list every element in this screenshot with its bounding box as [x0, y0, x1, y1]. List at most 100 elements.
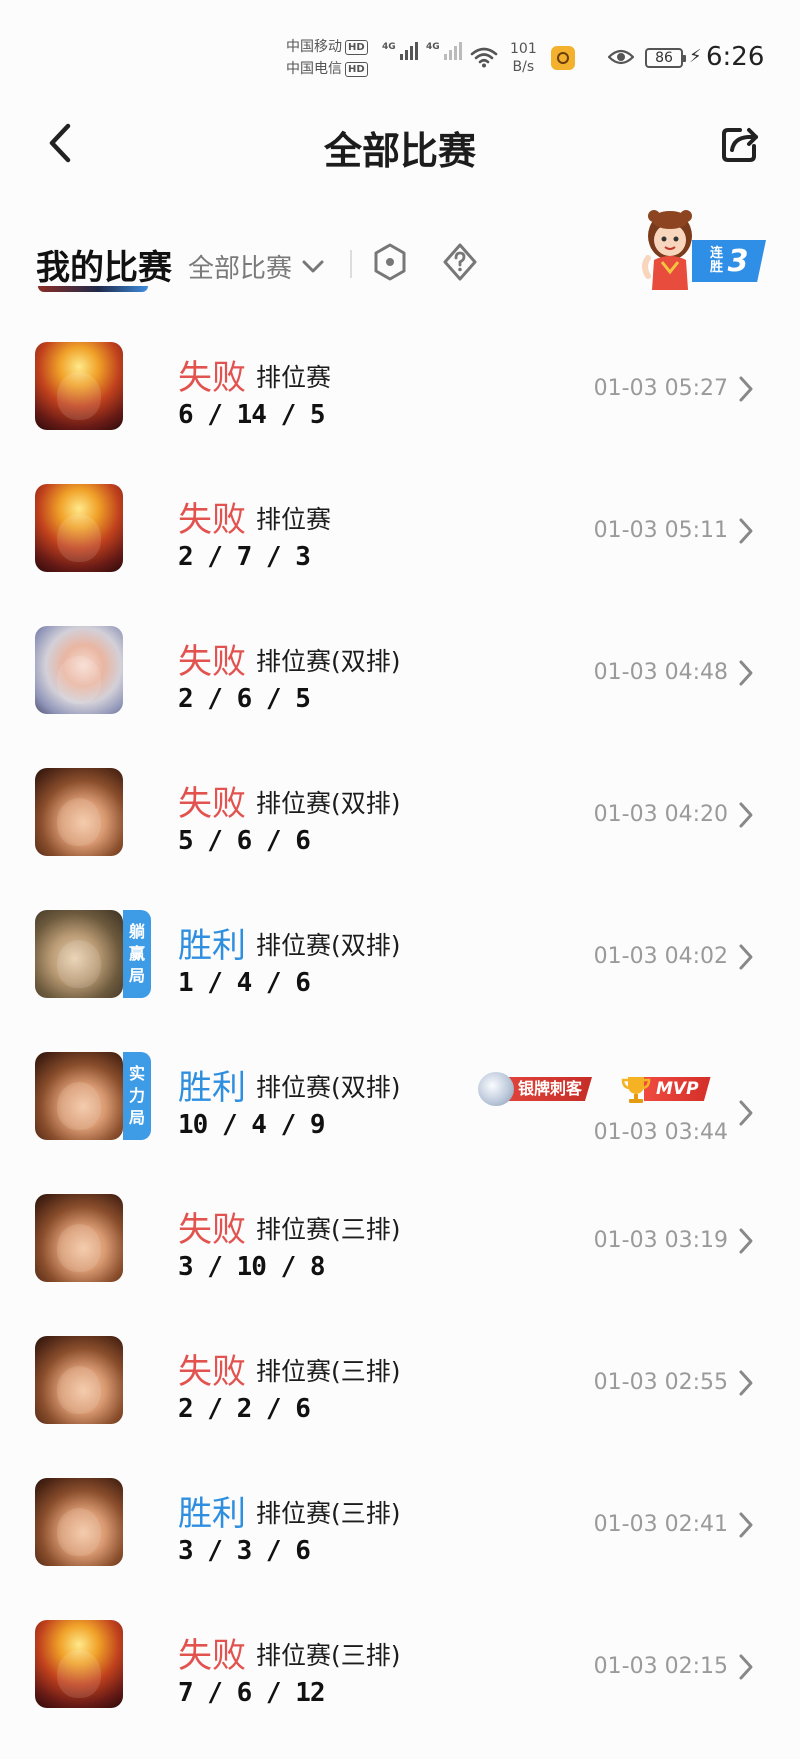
brown-hair-hero-avatar [35, 1052, 123, 1140]
carrier-info: 中国移动 HD 中国电信 HD [286, 36, 368, 80]
fire-monkey-hero-avatar [35, 484, 123, 572]
match-mode: 排位赛(三排) [256, 1357, 401, 1386]
match-mode: 排位赛(三排) [256, 1641, 401, 1670]
match-time: 01-03 03:44 [593, 1120, 728, 1145]
brown-hair-hero-avatar [35, 1336, 123, 1424]
fire-monkey-hero-avatar [35, 342, 123, 430]
honor-label: 银牌刺客 [504, 1077, 593, 1101]
app-header: 全部比赛 [0, 100, 800, 190]
match-row[interactable]: 失败 排位赛(双排) 5 / 6 / 6 01-03 04:20 [0, 746, 800, 888]
hd-badge: HD [345, 61, 368, 77]
brown-hair-hero-avatar [35, 1194, 123, 1282]
match-kda: 2 / 2 / 6 [178, 1394, 311, 1424]
mvp-honor: MVP [620, 1074, 711, 1104]
chevron-right-icon [739, 376, 753, 402]
skill-match-tag: 实力局 [123, 1052, 151, 1140]
match-row[interactable]: 失败 排位赛(三排) 7 / 6 / 12 01-03 02:15 [0, 1598, 800, 1740]
title-underline [38, 286, 148, 292]
glasses-hero-avatar [35, 910, 123, 998]
trophy-icon [621, 1077, 651, 1103]
mvp-label: MVP [644, 1077, 711, 1101]
chevron-right-icon [739, 1100, 753, 1126]
match-time: 01-03 05:11 [593, 518, 728, 543]
match-result: 失败 [178, 1636, 246, 1676]
match-time: 01-03 04:48 [593, 660, 728, 685]
match-kda: 10 / 4 / 9 [178, 1110, 326, 1140]
my-matches-title: 我的比赛 [36, 248, 172, 288]
brown-hair-hero-avatar [35, 768, 123, 856]
fire-monkey-hero-avatar [35, 1620, 123, 1708]
chevron-down-icon [302, 260, 324, 272]
match-mode: 排位赛 [256, 363, 332, 392]
silver-medal-icon [478, 1072, 514, 1106]
help-icon[interactable] [442, 242, 478, 282]
carrier-1-label: 中国移动 [286, 39, 342, 55]
match-time: 01-03 03:19 [593, 1228, 728, 1253]
match-kda: 6 / 14 / 5 [178, 400, 326, 430]
streak-label: 连胜 [710, 246, 724, 275]
clock: 6:26 [706, 42, 765, 72]
match-mode: 排位赛(三排) [256, 1215, 401, 1244]
signal-2-icon: 4G [426, 42, 462, 60]
chevron-right-icon [739, 518, 753, 544]
filter-label: 全部比赛 [188, 254, 293, 284]
status-bar: 中国移动 HD 中国电信 HD 4G 4G 101 B/s 86 ⚡ 6:26 [0, 0, 800, 100]
match-result: 胜利 [178, 1494, 246, 1534]
match-row[interactable]: 失败 排位赛 6 / 14 / 5 01-03 05:27 [0, 320, 800, 462]
hd-badge: HD [345, 39, 368, 55]
network-speed: 101 B/s [510, 41, 537, 75]
match-mode: 排位赛(双排) [256, 931, 401, 960]
page-title: 全部比赛 [323, 129, 476, 173]
win-streak-badge[interactable]: 连胜 3 [640, 206, 768, 290]
battery-icon: 86 [645, 48, 686, 68]
match-kda: 3 / 10 / 8 [178, 1252, 326, 1282]
match-time: 01-03 02:41 [593, 1512, 728, 1537]
signal-1-icon: 4G [382, 42, 418, 60]
match-result: 失败 [178, 500, 246, 540]
chevron-right-icon [739, 944, 753, 970]
streak-count: 3 [727, 243, 749, 279]
match-result: 失败 [178, 358, 246, 398]
chevron-right-icon [739, 802, 753, 828]
silver-assassin-honor: 银牌刺客 [478, 1072, 593, 1106]
match-mode: 排位赛 [256, 505, 332, 534]
chevron-right-icon [739, 1228, 753, 1254]
match-kda: 5 / 6 / 6 [178, 826, 311, 856]
match-row[interactable]: 失败 排位赛(三排) 3 / 10 / 8 01-03 03:19 [0, 1172, 800, 1314]
white-hair-hero-avatar [35, 626, 123, 714]
match-row[interactable]: 实力局 胜利 排位赛(双排) 10 / 4 / 9 银牌刺客 MVP 01-03… [0, 1030, 800, 1172]
match-result: 失败 [178, 642, 246, 682]
wifi-icon [470, 47, 498, 68]
match-time: 01-03 04:20 [593, 802, 728, 827]
match-result: 失败 [178, 1210, 246, 1250]
match-time: 01-03 02:55 [593, 1370, 728, 1395]
match-row[interactable]: 胜利 排位赛(三排) 3 / 3 / 6 01-03 02:41 [0, 1456, 800, 1598]
my-matches-bar: 我的比赛 全部比赛 连胜 3 [0, 200, 800, 300]
match-row[interactable]: 失败 排位赛(双排) 2 / 6 / 5 01-03 04:48 [0, 604, 800, 746]
match-mode: 排位赛(三排) [256, 1499, 401, 1528]
match-result: 胜利 [178, 926, 246, 966]
match-result: 失败 [178, 784, 246, 824]
match-result: 失败 [178, 1352, 246, 1392]
match-mode: 排位赛(双排) [256, 1073, 401, 1102]
eye-icon [608, 49, 634, 65]
charging-icon: ⚡ [689, 46, 702, 67]
match-mode: 排位赛(双排) [256, 789, 401, 818]
match-row[interactable]: 躺赢局 胜利 排位赛(双排) 1 / 4 / 6 01-03 04:02 [0, 888, 800, 1030]
match-kda: 3 / 3 / 6 [178, 1536, 311, 1566]
share-icon[interactable] [718, 122, 762, 166]
match-filter-dropdown[interactable]: 全部比赛 [188, 248, 324, 285]
chevron-right-icon [739, 1654, 753, 1680]
match-row[interactable]: 失败 排位赛 2 / 7 / 3 01-03 05:11 [0, 462, 800, 604]
match-row[interactable]: 失败 排位赛(三排) 2 / 2 / 6 01-03 02:55 [0, 1314, 800, 1456]
streak-flag: 连胜 3 [692, 240, 766, 282]
match-kda: 1 / 4 / 6 [178, 968, 311, 998]
chevron-right-icon [739, 660, 753, 686]
hexagon-settings-icon[interactable] [372, 242, 408, 282]
match-kda: 7 / 6 / 12 [178, 1678, 326, 1708]
chevron-right-icon [739, 1370, 753, 1396]
match-mode: 排位赛(双排) [256, 647, 401, 676]
match-time: 01-03 02:15 [593, 1654, 728, 1679]
game-app-icon [551, 46, 575, 70]
match-result: 胜利 [178, 1068, 246, 1108]
